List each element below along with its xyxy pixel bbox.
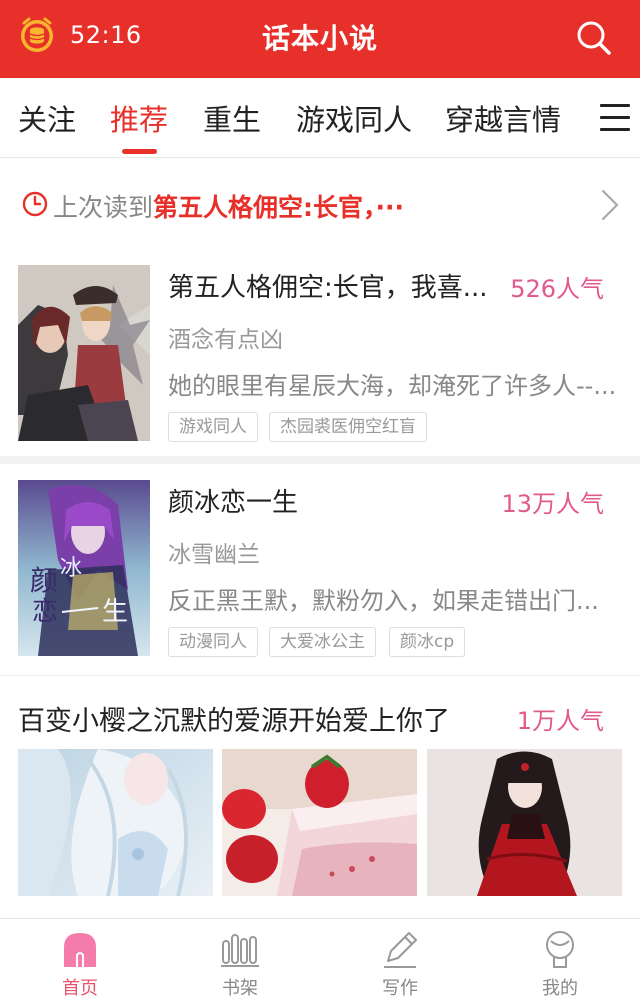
tab-time-travel-romance[interactable]: 穿越言情 <box>445 78 561 158</box>
book-author[interactable]: 酒念有点凶 <box>168 320 283 354</box>
profile-icon[interactable] <box>540 929 580 969</box>
tab-rebirth[interactable]: 重生 <box>203 78 261 158</box>
tab-game-fanfic[interactable]: 游戏同人 <box>296 78 412 158</box>
book-cover-image[interactable]: 颜 冰 恋 生 <box>18 480 150 656</box>
popularity-count: 1万人气 <box>516 707 604 735</box>
book-description: 她的眼里有星辰大海，却淹死了许多人--... <box>168 372 617 400</box>
gallery-image[interactable] <box>18 749 213 896</box>
gallery-image[interactable] <box>427 749 622 896</box>
active-tab-indicator <box>122 149 157 154</box>
book-author[interactable]: 冰雪幽兰 <box>168 535 260 569</box>
book-title[interactable]: 第五人格佣空:长官，我喜... <box>168 267 488 304</box>
search-icon[interactable] <box>574 18 614 58</box>
nav-label: 书架 <box>222 978 258 999</box>
book-cover-image[interactable] <box>18 265 150 441</box>
svg-text:生: 生 <box>102 597 128 627</box>
book-item[interactable]: 第五人格佣空:长官，我喜... 526人气 酒念有点凶 她的眼里有星辰大海，却淹… <box>0 265 640 445</box>
nav-profile[interactable]: 我的 <box>480 919 640 1000</box>
book-tag[interactable]: 大爱冰公主 <box>269 627 376 657</box>
menu-icon[interactable] <box>600 104 630 132</box>
section-divider <box>0 456 640 464</box>
book-tag[interactable]: 颜冰cp <box>389 627 466 657</box>
pen-icon[interactable] <box>380 929 420 969</box>
gallery-image[interactable] <box>222 749 417 896</box>
nav-write[interactable]: 写作 <box>320 919 480 1000</box>
category-tabs: 关注 推荐 重生 游戏同人 穿越言情 <box>0 78 640 158</box>
book-tag[interactable]: 游戏同人 <box>168 412 258 442</box>
book-title[interactable]: 百变小樱之沉默的爱源开始爱上你了 <box>18 699 450 738</box>
book-item[interactable]: 颜 冰 恋 生 颜冰恋一生 13万人气 冰雪幽兰 反正黑王默，默粉勿入，如果走错… <box>0 480 640 660</box>
app-header: 52:16 话本小说 <box>0 0 640 78</box>
popularity-count: 526人气 <box>510 275 604 303</box>
book-title[interactable]: 颜冰恋一生 <box>168 482 298 519</box>
tab-follow[interactable]: 关注 <box>18 78 76 158</box>
home-icon[interactable] <box>60 929 100 969</box>
last-read-label: 上次读到 <box>53 193 154 222</box>
bookshelf-icon[interactable] <box>220 929 260 969</box>
app-title: 话本小说 <box>261 22 378 55</box>
nav-bookshelf[interactable]: 书架 <box>160 919 320 1000</box>
tab-recommend[interactable]: 推荐 <box>110 78 168 158</box>
cover-title-text: 颜 <box>30 564 58 597</box>
section-divider <box>0 675 640 676</box>
nav-label: 我的 <box>542 978 578 999</box>
nav-home[interactable]: 首页 <box>0 919 160 1000</box>
book-tag[interactable]: 动漫同人 <box>168 627 258 657</box>
last-read-title[interactable]: 第五人格佣空:长官，··· <box>153 188 404 224</box>
bottom-navigation: 首页 书架 写作 我的 <box>0 918 640 1000</box>
clock-icon <box>22 191 48 217</box>
nav-label: 首页 <box>62 978 98 999</box>
book-description: 反正黑王默，默粉勿入，如果走错出门... <box>168 587 599 615</box>
book-tag[interactable]: 杰园裘医佣空红盲 <box>269 412 427 442</box>
nav-label: 写作 <box>382 978 418 999</box>
chevron-right-icon[interactable] <box>600 188 620 222</box>
svg-text:冰: 冰 <box>60 556 82 581</box>
popularity-count: 13万人气 <box>501 490 604 518</box>
svg-text:恋: 恋 <box>32 597 58 627</box>
